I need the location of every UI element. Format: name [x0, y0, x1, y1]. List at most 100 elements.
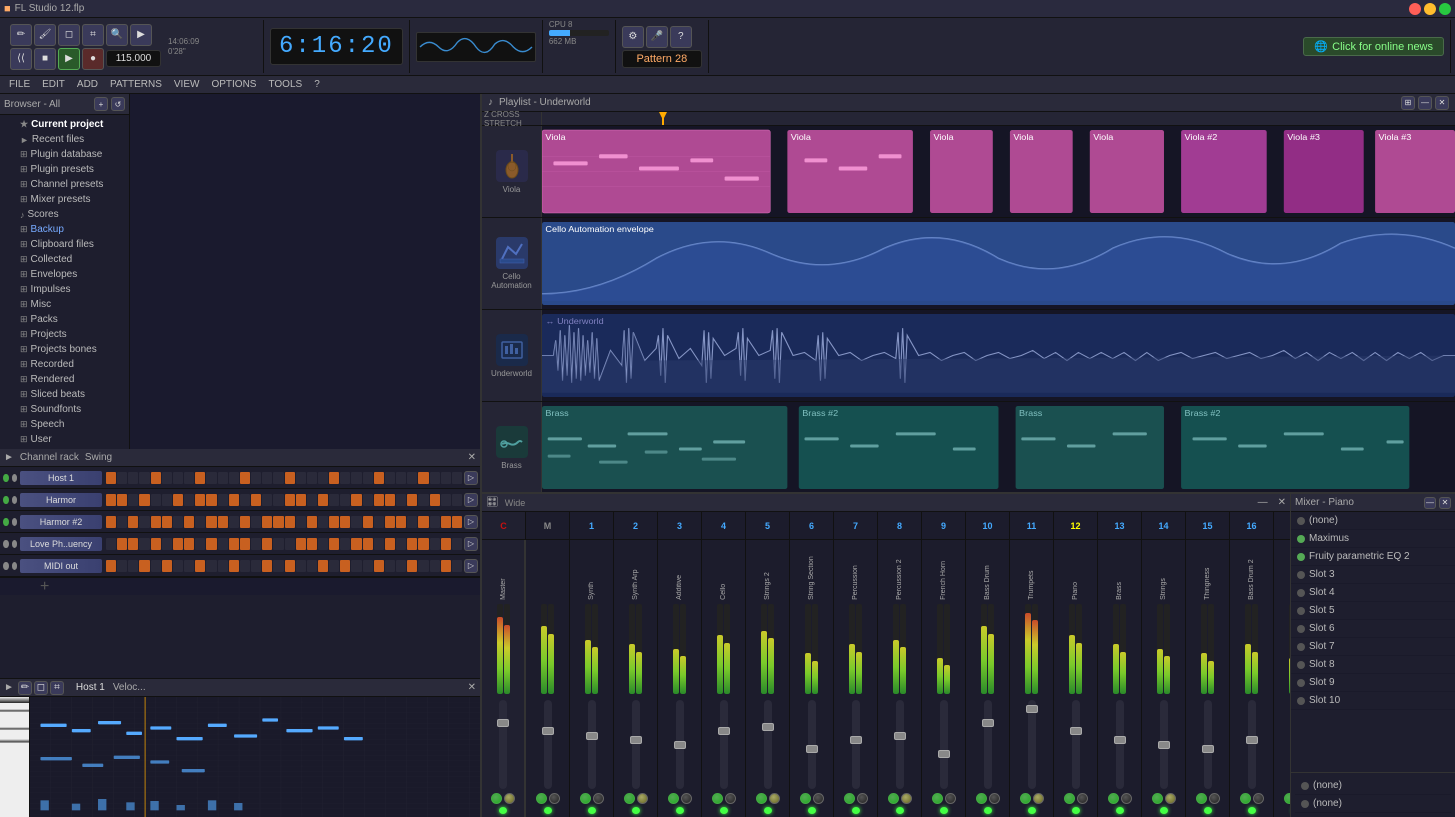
- step-0-28[interactable]: [418, 472, 428, 484]
- step-2-11[interactable]: [229, 516, 239, 528]
- step-3-5[interactable]: [162, 538, 172, 550]
- step-0-18[interactable]: [307, 472, 317, 484]
- play-btn[interactable]: ▶: [58, 48, 80, 70]
- close-btn[interactable]: [1409, 3, 1421, 15]
- mix-active-dot-1[interactable]: [544, 807, 552, 814]
- step-0-16[interactable]: [285, 472, 295, 484]
- step-2-2[interactable]: [128, 516, 138, 528]
- sidebar-item-plugin-database[interactable]: ⊞Plugin database: [0, 147, 129, 162]
- sidebar-item-soundfonts[interactable]: ⊞Soundfonts: [0, 402, 129, 417]
- step-1-29[interactable]: [430, 494, 440, 506]
- step-2-23[interactable]: [363, 516, 373, 528]
- step-4-1[interactable]: [117, 560, 127, 572]
- menu-view[interactable]: VIEW: [169, 78, 205, 91]
- step-2-27[interactable]: [407, 516, 417, 528]
- select-tool[interactable]: ⌗: [82, 24, 104, 46]
- step-2-28[interactable]: [418, 516, 428, 528]
- step-1-26[interactable]: [396, 494, 406, 506]
- step-3-18[interactable]: [307, 538, 317, 550]
- step-2-31[interactable]: [452, 516, 462, 528]
- sidebar-item-user[interactable]: ⊞User: [0, 432, 129, 447]
- mk-1-10[interactable]: [932, 793, 943, 804]
- menu-help[interactable]: ?: [309, 78, 325, 91]
- mix-active-dot-10[interactable]: [940, 807, 948, 814]
- step-0-20[interactable]: [329, 472, 339, 484]
- sidebar-item-recorded[interactable]: ⊞Recorded: [0, 357, 129, 372]
- step-3-19[interactable]: [318, 538, 328, 550]
- step-4-27[interactable]: [407, 560, 417, 572]
- step-3-0[interactable]: [106, 538, 116, 550]
- step-3-31[interactable]: [452, 538, 462, 550]
- step-1-4[interactable]: [151, 494, 161, 506]
- mixer-num-15[interactable]: 14: [1142, 512, 1186, 540]
- mk-1-1[interactable]: [536, 793, 547, 804]
- step-0-13[interactable]: [251, 472, 261, 484]
- mixer-num-11[interactable]: 10: [966, 512, 1010, 540]
- step-1-17[interactable]: [296, 494, 306, 506]
- mk-1-16[interactable]: [1196, 793, 1207, 804]
- mixer-minimize[interactable]: ✕: [1278, 497, 1286, 508]
- step-0-3[interactable]: [139, 472, 149, 484]
- step-1-14[interactable]: [262, 494, 272, 506]
- mk-1-13[interactable]: [1064, 793, 1075, 804]
- erase-tool[interactable]: ◻: [58, 24, 80, 46]
- mix-fader-9[interactable]: [896, 700, 904, 789]
- rewind-btn[interactable]: ⟨⟨: [10, 48, 32, 70]
- zoom-tool[interactable]: 🔍: [106, 24, 128, 46]
- step-4-15[interactable]: [273, 560, 283, 572]
- mk-2-0[interactable]: [504, 793, 515, 804]
- step-2-21[interactable]: [340, 516, 350, 528]
- ch-mute-0[interactable]: ▷: [464, 471, 478, 485]
- record-btn[interactable]: ●: [82, 48, 104, 70]
- draw-tool[interactable]: ✏: [10, 24, 32, 46]
- mk-1-9[interactable]: [888, 793, 899, 804]
- mk-2-8[interactable]: [857, 793, 868, 804]
- mix-fader-thumb-2[interactable]: [586, 732, 598, 740]
- news-section[interactable]: 🌐 Click for online news: [709, 20, 1451, 73]
- mix-fader-thumb-14[interactable]: [1114, 736, 1126, 744]
- sidebar-item-projects[interactable]: ⊞Projects: [0, 327, 129, 342]
- step-4-11[interactable]: [229, 560, 239, 572]
- help-btn[interactable]: ?: [670, 26, 692, 48]
- step-4-6[interactable]: [173, 560, 183, 572]
- step-0-31[interactable]: [452, 472, 462, 484]
- step-2-7[interactable]: [184, 516, 194, 528]
- sidebar-item-speech[interactable]: ⊞Speech: [0, 417, 129, 432]
- step-2-17[interactable]: [296, 516, 306, 528]
- mk-2-16[interactable]: [1209, 793, 1220, 804]
- step-1-8[interactable]: [195, 494, 205, 506]
- step-3-7[interactable]: [184, 538, 194, 550]
- mix-fader-5[interactable]: [720, 700, 728, 789]
- sidebar-item-collected[interactable]: ⊞Collected: [0, 252, 129, 267]
- mk-1-2[interactable]: [580, 793, 591, 804]
- step-0-1[interactable]: [117, 472, 127, 484]
- step-2-29[interactable]: [430, 516, 440, 528]
- mk-2-4[interactable]: [681, 793, 692, 804]
- step-3-1[interactable]: [117, 538, 127, 550]
- step-2-19[interactable]: [318, 516, 328, 528]
- mix-fader-thumb-17[interactable]: [1246, 736, 1258, 744]
- mixer-num-3[interactable]: 2: [614, 512, 658, 540]
- ch-mute-2[interactable]: ▷: [464, 515, 478, 529]
- step-1-0[interactable]: [106, 494, 116, 506]
- mk-1-6[interactable]: [756, 793, 767, 804]
- sidebar-item-impulses[interactable]: ⊞Impulses: [0, 282, 129, 297]
- browser-refresh-btn[interactable]: ↺: [111, 97, 125, 111]
- step-3-29[interactable]: [430, 538, 440, 550]
- step-3-23[interactable]: [363, 538, 373, 550]
- pr-tool-1[interactable]: ✏: [18, 681, 32, 695]
- mix-fader-thumb-1[interactable]: [542, 727, 554, 735]
- mix-active-dot-6[interactable]: [764, 807, 772, 814]
- step-1-2[interactable]: [128, 494, 138, 506]
- mixer-right-close[interactable]: ✕: [1439, 497, 1451, 509]
- step-3-24[interactable]: [374, 538, 384, 550]
- step-1-25[interactable]: [385, 494, 395, 506]
- pattern-display[interactable]: Pattern 28: [622, 50, 702, 68]
- step-3-2[interactable]: [128, 538, 138, 550]
- ch-name-0[interactable]: Host 1: [20, 471, 102, 485]
- bottom-slot-1[interactable]: (none): [1295, 777, 1451, 795]
- step-0-5[interactable]: [162, 472, 172, 484]
- mix-active-dot-9[interactable]: [896, 807, 904, 814]
- fx-slot-6[interactable]: Slot 6: [1291, 620, 1455, 638]
- playlist-btn-1[interactable]: ⊞: [1401, 96, 1415, 110]
